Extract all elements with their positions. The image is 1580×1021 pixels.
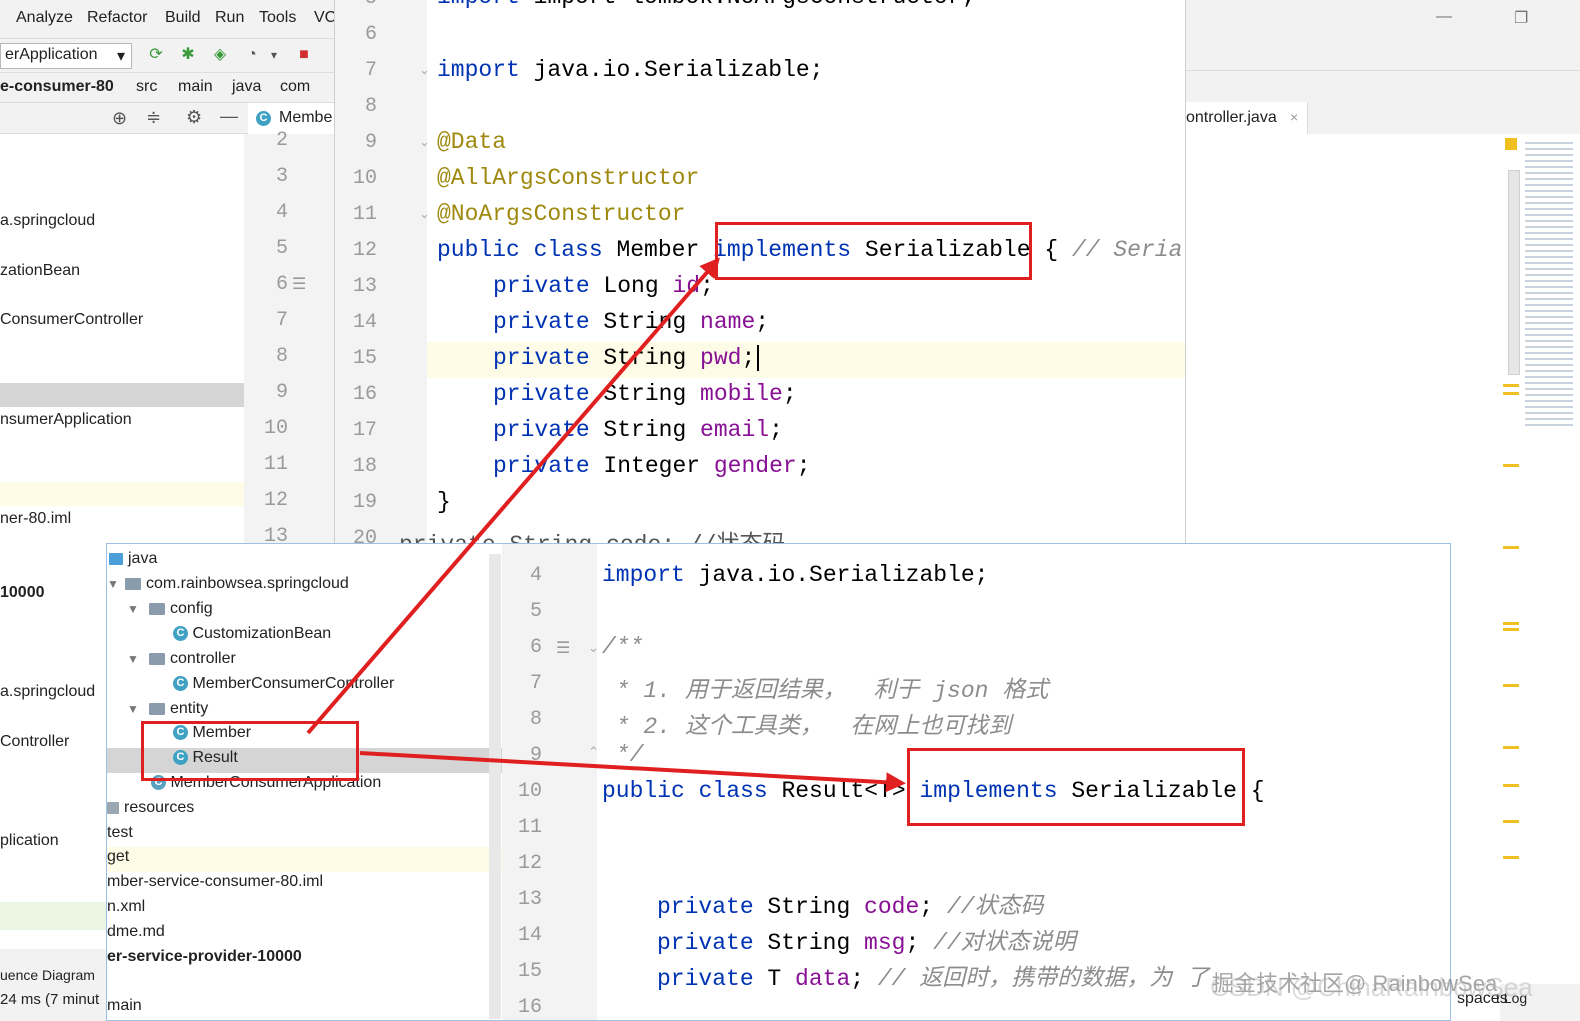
arrow-to-member-implements bbox=[306, 257, 720, 735]
arrow-to-result-implements bbox=[359, 751, 906, 793]
annotation-arrows bbox=[306, 257, 906, 793]
